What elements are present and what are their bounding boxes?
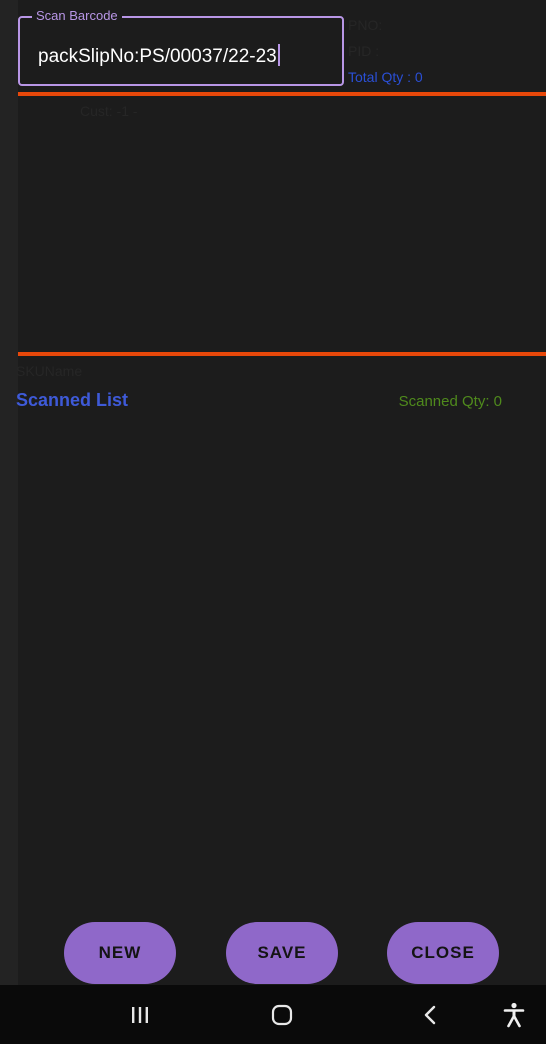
pno-label: PNO: [348, 17, 383, 33]
top-divider [18, 92, 546, 96]
scanned-list[interactable] [18, 420, 546, 915]
total-qty-label: Total Qty : 0 [348, 69, 423, 85]
scan-barcode-value: packSlipNo:PS/00037/22-23 [38, 46, 277, 67]
back-button[interactable] [390, 985, 470, 1044]
text-caret [277, 44, 280, 66]
save-button[interactable]: SAVE [226, 922, 338, 984]
home-button[interactable] [242, 985, 322, 1044]
accessibility-button[interactable] [490, 985, 538, 1044]
scan-barcode-field[interactable]: Scan Barcode packSlipNo:PS/00037/22-23 [18, 8, 344, 86]
scanned-list-title: Scanned List [16, 390, 129, 410]
back-icon [424, 1005, 436, 1024]
left-edge [0, 0, 18, 985]
pid-label: PID : [348, 43, 380, 59]
new-button[interactable]: NEW [64, 922, 176, 984]
recents-icon [132, 1006, 148, 1023]
home-icon [271, 1004, 293, 1025]
screen: Scan Barcode packSlipNo:PS/00037/22-23 P… [0, 0, 546, 1044]
accessibility-icon [503, 1002, 525, 1027]
cust-label: Cust: -1 - [80, 103, 138, 119]
close-button[interactable]: CLOSE [387, 922, 499, 984]
navigation-bar [0, 985, 546, 1044]
scanned-qty-label: Scanned Qty: 0 [398, 393, 502, 410]
sku-name-label: SKUName [16, 363, 83, 379]
recents-button[interactable] [100, 985, 180, 1044]
scan-barcode-input[interactable]: packSlipNo:PS/00037/22-23 [38, 44, 280, 70]
scan-barcode-label: Scan Barcode [32, 8, 122, 24]
middle-divider [18, 352, 546, 356]
